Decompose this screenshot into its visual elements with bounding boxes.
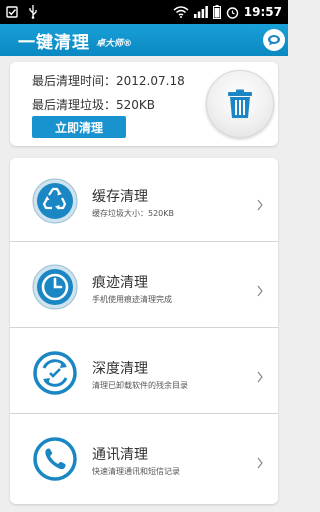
list-item-deep-clean[interactable]: 深度清理 清理已卸载软件的残余目录: [10, 330, 278, 414]
chat-bubble-icon: [267, 34, 281, 46]
status-left: [6, 5, 38, 19]
refresh-icon: [32, 350, 78, 396]
item-subtitle: 清理已卸载软件的残余目录: [92, 381, 188, 390]
battery-icon: [212, 5, 221, 19]
notification-icon: [6, 6, 18, 18]
usb-icon: [28, 5, 38, 19]
trash-button[interactable]: [206, 70, 274, 138]
clean-now-button[interactable]: 立即清理: [32, 116, 126, 138]
brand-logo: 卓大师®: [96, 38, 133, 49]
last-clean-time: 最后清理时间：2012.07.18: [32, 74, 185, 88]
status-right: 19:57: [173, 5, 282, 19]
title-bar: 一键清理 卓大师®: [0, 24, 288, 56]
item-title: 缓存清理: [92, 189, 148, 205]
chevron-right-icon: [256, 282, 264, 297]
last-clean-junk: 最后清理垃圾：520KB: [32, 98, 156, 112]
clock-icon: [32, 264, 78, 310]
signal-icon: [193, 6, 208, 18]
item-subtitle: 手机使用痕迹清理完成: [92, 295, 172, 304]
list-item-trace-clean[interactable]: 痕迹清理 手机使用痕迹清理完成: [10, 244, 278, 328]
trash-icon: [227, 89, 253, 119]
summary-card: 最后清理时间：2012.07.18 最后清理垃圾：520KB 立即清理: [10, 62, 278, 146]
list-item-contact-clean[interactable]: 通讯清理 快速清理通讯和短信记录: [10, 416, 278, 500]
item-title: 通讯清理: [92, 447, 148, 463]
wifi-icon: [173, 6, 189, 18]
chevron-right-icon: [256, 196, 264, 211]
chevron-right-icon: [256, 454, 264, 469]
status-time: 19:57: [243, 5, 282, 19]
phone-icon: [32, 436, 78, 482]
chevron-right-icon: [256, 368, 264, 383]
item-title: 痕迹清理: [92, 275, 148, 291]
status-bar: 19:57: [0, 0, 288, 24]
alarm-icon: [226, 6, 239, 19]
item-title: 深度清理: [92, 361, 148, 377]
recycle-icon: [32, 178, 78, 224]
list-item-cache-clean[interactable]: 缓存清理 缓存垃圾大小：520KB: [10, 158, 278, 242]
app-title: 一键清理: [18, 32, 90, 53]
item-subtitle: 缓存垃圾大小：520KB: [92, 209, 175, 218]
clean-options-list: 缓存清理 缓存垃圾大小：520KB 痕迹清理 手机使用痕迹清理完成 深度清理 清…: [10, 158, 278, 504]
item-subtitle: 快速清理通讯和短信记录: [92, 467, 180, 476]
chat-button[interactable]: [263, 29, 285, 51]
